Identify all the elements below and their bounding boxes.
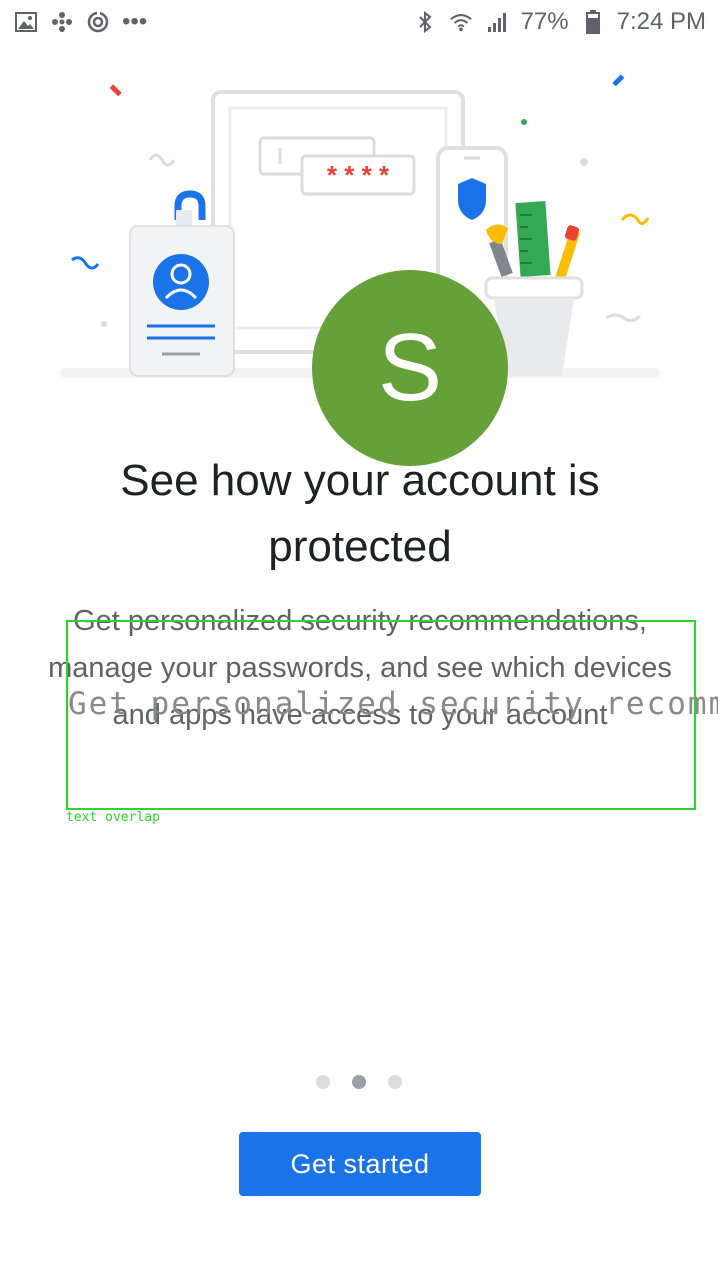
gallery-icon: [14, 10, 38, 34]
battery-icon: [581, 10, 605, 34]
wifi-icon: [449, 10, 473, 34]
status-bar: ••• 77% 7:24 PM: [0, 0, 720, 44]
pinwheel-icon: [50, 10, 74, 34]
bluetooth-icon: [413, 10, 437, 34]
svg-text:* * * *: * * * *: [327, 160, 390, 190]
sync-icon: [86, 10, 110, 34]
cup-icon: [484, 276, 584, 300]
status-right: 77% 7:24 PM: [413, 8, 706, 36]
avatar: S: [312, 270, 508, 466]
security-illustration: * * * * S: [50, 60, 670, 466]
page-dot-2: [352, 1075, 366, 1089]
confetti-icon: [109, 84, 122, 97]
avatar-letter: S: [377, 314, 443, 421]
page-dot-3: [388, 1075, 402, 1089]
text-overlap-label: text overlap: [66, 810, 160, 825]
page-dot-1: [316, 1075, 330, 1089]
page-title: See how your account is protected: [120, 456, 600, 571]
get-started-button[interactable]: Get started: [239, 1132, 481, 1196]
more-icon: •••: [122, 8, 148, 35]
page-indicator: [316, 1075, 402, 1089]
battery-percent: 77%: [520, 8, 569, 35]
signal-icon: [485, 10, 509, 34]
status-left: •••: [14, 8, 147, 36]
ghost-text: Get personalized security recommendation…: [68, 686, 718, 722]
clock: 7:24 PM: [616, 8, 706, 35]
